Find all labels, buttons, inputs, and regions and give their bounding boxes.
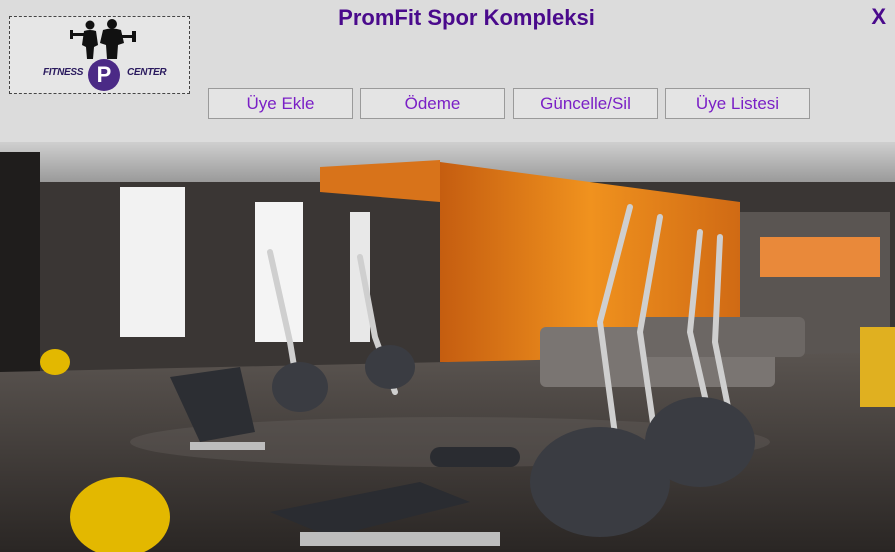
member-list-button[interactable]: Üye Listesi — [665, 88, 810, 119]
close-button[interactable]: X — [871, 4, 886, 30]
update-delete-button[interactable]: Güncelle/Sil — [513, 88, 658, 119]
logo-badge: P — [88, 59, 120, 91]
logo-text-fitness: FITNESS — [43, 67, 84, 78]
page-title: PromFit Spor Kompleksi — [338, 5, 595, 30]
app-header: FITNESS P CENTER PromFit Spor Kompleksi … — [0, 0, 895, 142]
logo-text-center: CENTER — [127, 67, 167, 78]
gym-photo — [0, 142, 895, 552]
add-member-button[interactable]: Üye Ekle — [208, 88, 353, 119]
gym-interior-image — [0, 142, 895, 552]
payment-button[interactable]: Ödeme — [360, 88, 505, 119]
